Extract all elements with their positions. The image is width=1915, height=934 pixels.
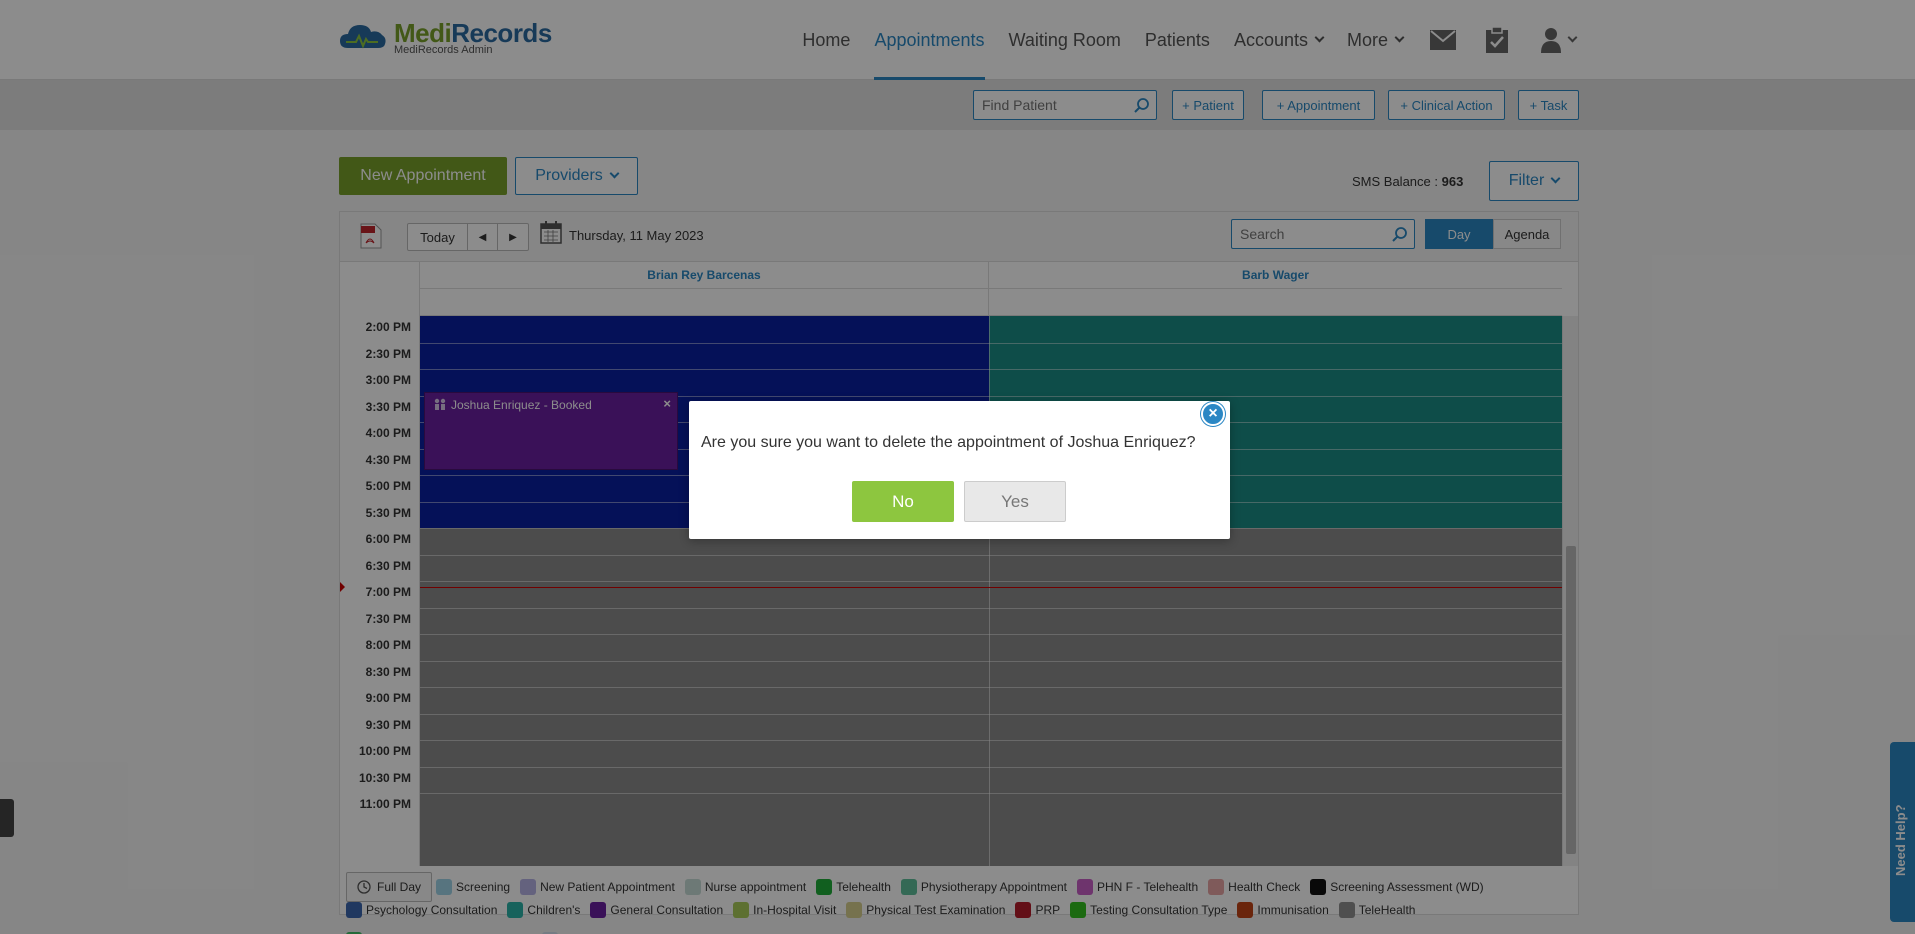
yes-button[interactable]: Yes	[964, 481, 1066, 522]
delete-confirm-dialog: × Are you sure you want to delete the ap…	[689, 401, 1230, 539]
no-button[interactable]: No	[852, 481, 954, 522]
dialog-message: Are you sure you want to delete the appo…	[701, 434, 1196, 451]
dialog-close-icon[interactable]: ×	[1201, 402, 1225, 426]
